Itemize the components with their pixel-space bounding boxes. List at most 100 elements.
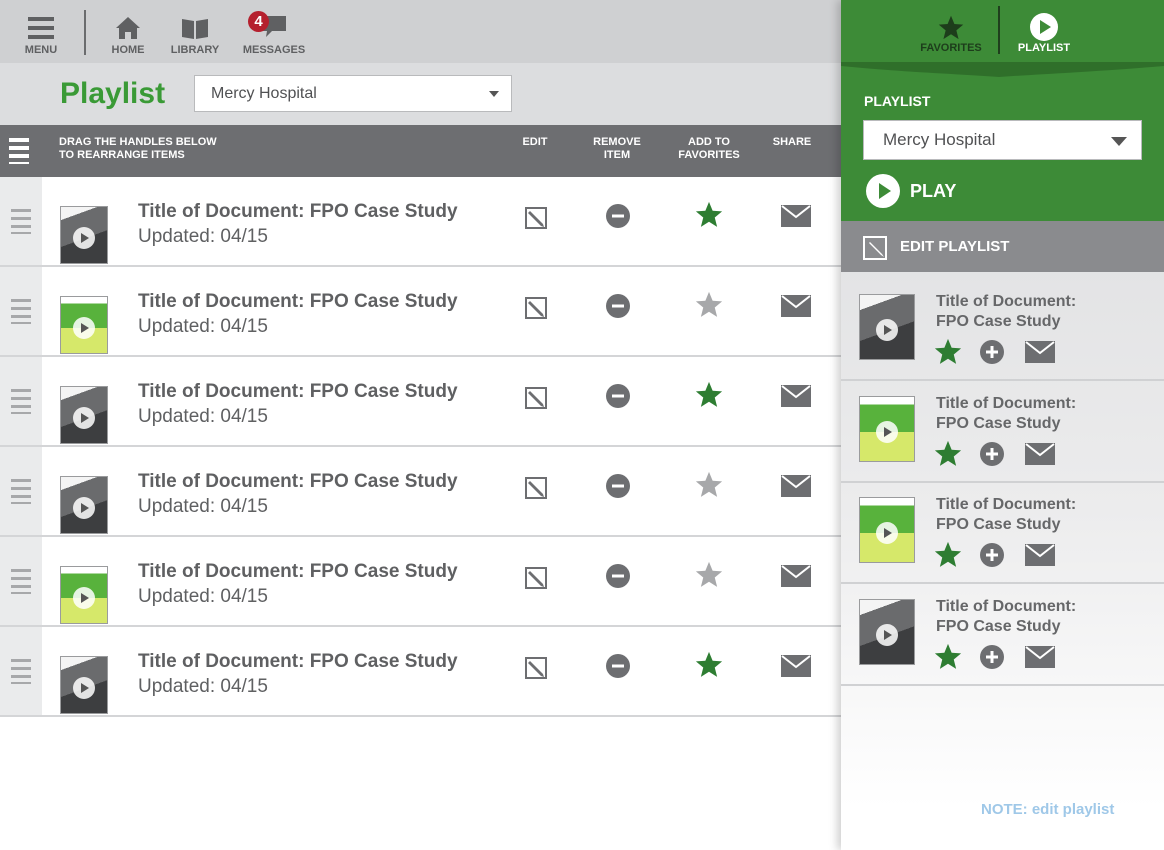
remove-item-button[interactable] <box>600 468 636 504</box>
drag-handle[interactable] <box>0 267 42 355</box>
document-thumbnail[interactable] <box>859 395 915 462</box>
edit-button[interactable] <box>519 559 555 595</box>
document-title[interactable]: Title of Document: FPO Case Study <box>138 291 458 313</box>
edit-button[interactable] <box>519 289 555 325</box>
edit-playlist-button[interactable]: EDIT PLAYLIST <box>841 221 1164 272</box>
add-to-favorites-button[interactable] <box>691 197 727 233</box>
share-button[interactable] <box>778 648 814 684</box>
list-item: Title of Document: FPO Case Study <box>841 382 1164 483</box>
drag-handle[interactable] <box>0 537 42 625</box>
document-title[interactable]: Title of Document: FPO Case Study <box>138 381 458 403</box>
share-button[interactable] <box>1025 544 1055 566</box>
document-title[interactable]: Title of Document: FPO Case Study <box>138 561 458 583</box>
item-actions <box>933 439 1055 469</box>
document-title[interactable]: Title of Document: FPO Case Study <box>138 651 458 673</box>
item-actions <box>933 642 1055 672</box>
add-to-favorites-button[interactable] <box>691 467 727 503</box>
document-thumbnail[interactable] <box>859 294 915 360</box>
document-thumbnail[interactable] <box>60 656 108 714</box>
book-icon <box>180 10 210 40</box>
edit-icon <box>524 384 550 410</box>
drag-handle[interactable] <box>0 357 42 445</box>
favorite-star-button[interactable] <box>933 540 963 570</box>
play-icon <box>73 317 95 339</box>
share-button[interactable] <box>778 288 814 324</box>
edit-button[interactable] <box>519 469 555 505</box>
right-panel: PLAYLIST Mercy Hospital PLAY FAVORITES P… <box>841 0 1164 850</box>
star-icon <box>938 15 964 40</box>
favorite-star-button[interactable] <box>933 642 963 672</box>
document-title[interactable]: Title of Document: FPO Case Study <box>138 201 458 223</box>
table-row: Title of Document: FPO Case Study Updated… <box>0 537 841 627</box>
document-title[interactable]: Title of Document: FPO Case Study <box>936 597 1136 637</box>
document-thumbnail[interactable] <box>60 386 108 444</box>
document-title-line1: Title of Document: <box>936 496 1077 513</box>
add-to-favorites-button[interactable] <box>691 287 727 323</box>
edit-button[interactable] <box>519 649 555 685</box>
document-thumbnail[interactable] <box>859 497 915 563</box>
document-thumbnail[interactable] <box>60 206 108 264</box>
star-icon <box>694 200 724 230</box>
document-title-line1: Title of Document: <box>936 597 1077 615</box>
home-button[interactable]: HOME <box>108 0 148 63</box>
remove-item-button[interactable] <box>600 288 636 324</box>
share-button[interactable] <box>778 468 814 504</box>
tab-playlist-label: PLAYLIST <box>1017 42 1071 54</box>
playlist-select[interactable]: Mercy Hospital <box>194 75 512 112</box>
add-item-button[interactable] <box>979 542 1005 568</box>
share-button[interactable] <box>778 378 814 414</box>
document-updated: Updated: 04/15 <box>138 226 268 247</box>
document-title[interactable]: Title of Document: FPO Case Study <box>936 292 1136 332</box>
remove-item-button[interactable] <box>600 558 636 594</box>
star-icon <box>694 290 724 320</box>
drag-handle[interactable] <box>0 447 42 535</box>
document-thumbnail[interactable] <box>859 598 915 665</box>
document-title-line2: FPO Case Study <box>936 516 1061 533</box>
edit-button[interactable] <box>519 379 555 415</box>
document-title[interactable]: Title of Document: FPO Case Study <box>138 471 458 493</box>
favorite-star-button[interactable] <box>933 439 963 469</box>
add-item-button[interactable] <box>979 339 1005 365</box>
add-item-button[interactable] <box>979 441 1005 467</box>
add-item-button[interactable] <box>979 644 1005 670</box>
star-icon <box>694 470 724 500</box>
tab-playlist[interactable]: PLAYLIST <box>1013 0 1075 60</box>
document-title[interactable]: Title of Document: FPO Case Study <box>936 394 1136 434</box>
remove-item-button[interactable] <box>600 378 636 414</box>
messages-badge: 4 <box>248 11 269 32</box>
document-updated: Updated: 04/15 <box>138 496 268 517</box>
share-button[interactable] <box>1025 341 1055 363</box>
document-thumbnail[interactable] <box>60 296 108 354</box>
star-icon <box>933 540 963 570</box>
home-label: HOME <box>111 44 145 56</box>
share-button[interactable] <box>1025 645 1055 668</box>
share-button[interactable] <box>778 198 814 234</box>
library-button[interactable]: LIBRARY <box>170 0 220 63</box>
mail-icon <box>781 385 811 407</box>
document-thumbnail[interactable] <box>60 476 108 534</box>
table-row: Title of Document: FPO Case Study Updated… <box>0 267 841 357</box>
share-button[interactable] <box>778 558 814 594</box>
minus-circle-icon <box>605 473 631 499</box>
favorite-star-button[interactable] <box>933 337 963 367</box>
document-title[interactable]: Title of Document: FPO Case Study <box>936 495 1136 535</box>
panel-playlist-select[interactable]: Mercy Hospital <box>863 120 1142 160</box>
document-updated: Updated: 04/15 <box>138 586 268 607</box>
remove-item-button[interactable] <box>600 648 636 684</box>
messages-button[interactable]: MESSAGES <box>243 0 305 63</box>
share-button[interactable] <box>1025 442 1055 465</box>
add-to-favorites-button[interactable] <box>691 647 727 683</box>
list-item: Title of Document: FPO Case Study <box>841 483 1164 584</box>
play-button[interactable]: PLAY <box>866 174 956 208</box>
drag-handle[interactable] <box>0 177 42 265</box>
page-header: Playlist Mercy Hospital <box>0 63 841 125</box>
tab-favorites[interactable]: FAVORITES <box>919 0 983 60</box>
drag-handle[interactable] <box>0 627 42 715</box>
add-to-favorites-button[interactable] <box>691 557 727 593</box>
add-to-favorites-button[interactable] <box>691 377 727 413</box>
remove-item-button[interactable] <box>600 198 636 234</box>
edit-button[interactable] <box>519 199 555 235</box>
document-thumbnail[interactable] <box>60 566 108 624</box>
menu-button[interactable]: MENU <box>20 0 62 63</box>
col-remove: REMOVE ITEM <box>587 136 647 162</box>
